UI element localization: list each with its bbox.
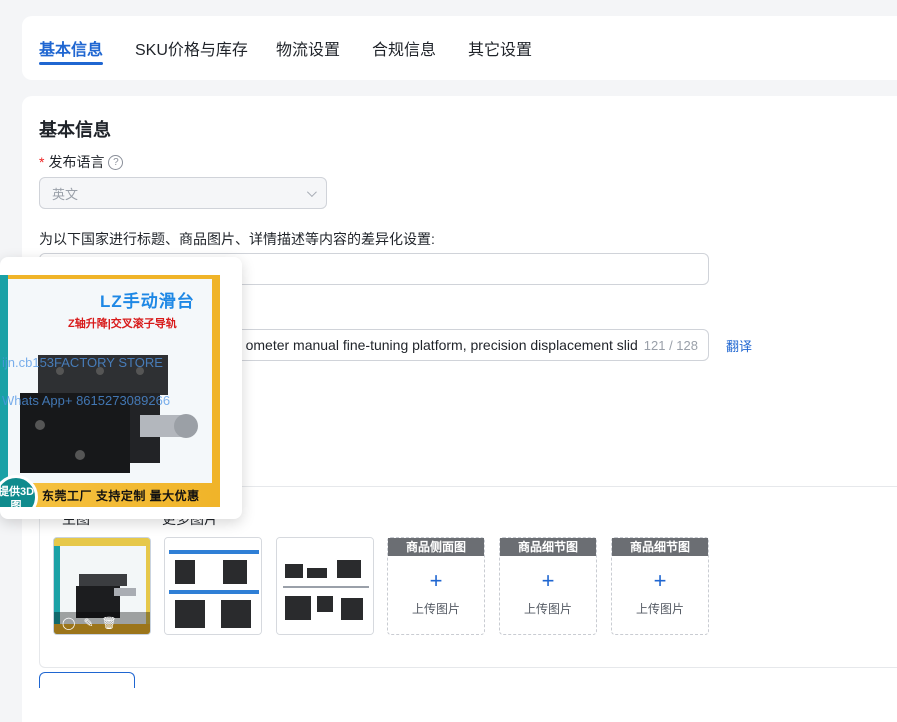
tab-basic-info[interactable]: 基本信息 [39, 36, 103, 60]
title-char-count: 121 / 128 [643, 337, 698, 353]
help-icon[interactable]: ? [108, 154, 124, 170]
edit-icon[interactable]: ✎ [83, 616, 93, 630]
image-preview-popover: LZ手动滑台 Z轴升降|交叉滚子导轨 ijn.cb153FACTORY STOR… [0, 257, 242, 519]
section-title: 基本信息 [39, 120, 111, 140]
slot-header: 商品细节图 [500, 538, 596, 556]
upload-label: 上传图片 [635, 602, 684, 616]
preview-footer-text: 东莞工厂 支持定制 量大优惠 [42, 488, 200, 503]
required-mark: * [39, 154, 45, 170]
plus-icon: + [429, 568, 443, 593]
tab-compliance[interactable]: 合规信息 [372, 36, 436, 60]
upload-slot-detail-1[interactable]: 商品细节图 + 上传图片 [499, 537, 597, 635]
upload-label: 上传图片 [523, 602, 572, 616]
main-image-thumb-3[interactable] [276, 537, 374, 635]
product-structure-photo [165, 538, 261, 634]
side-strip [0, 275, 8, 507]
delete-icon[interactable]: 🗑 [102, 616, 117, 630]
product-title-value: ometer manual fine-tuning platform, prec… [245, 337, 638, 353]
main-image-thumb-1[interactable]: ◯ ✎ 🗑 [53, 537, 151, 635]
tab-bar: 基本信息 SKU价格与库存 物流设置 合规信息 其它设置 [22, 16, 897, 80]
translate-link[interactable]: 翻译 [726, 336, 752, 355]
plus-icon: + [653, 568, 667, 593]
view-3d-icon[interactable]: ◯ [62, 616, 75, 630]
watermark-whatsapp: Whats App+ 8615273089266 [2, 393, 171, 408]
language-select-value: 英文 [52, 186, 79, 202]
watermark-store: ijn.cb153FACTORY STORE [2, 355, 163, 370]
tab-other-settings[interactable]: 其它设置 [468, 36, 532, 60]
preview-image: LZ手动滑台 Z轴升降|交叉滚子导轨 ijn.cb153FACTORY STOR… [0, 275, 220, 507]
language-select[interactable]: 英文 [39, 177, 327, 209]
thumb-actions: ◯ ✎ 🗑 [54, 612, 150, 634]
slot-header: 商品侧面图 [388, 538, 484, 556]
active-tab-indicator [39, 62, 103, 65]
language-label: * 发布语言 ? [39, 152, 124, 172]
upload-label: 上传图片 [411, 602, 460, 616]
more-button-partial[interactable] [39, 672, 135, 688]
upload-slot-side-view[interactable]: 商品侧面图 + 上传图片 [387, 537, 485, 635]
preview-headline: LZ手动滑台 [100, 292, 195, 311]
tab-logistics[interactable]: 物流设置 [276, 36, 340, 60]
language-label-text: 发布语言 [48, 154, 105, 170]
main-image-thumb-2[interactable] [164, 537, 262, 635]
preview-subline: Z轴升降|交叉滚子导轨 [68, 318, 177, 330]
travel-standard-photo [277, 538, 373, 634]
plus-icon: + [541, 568, 555, 593]
tab-sku-price-stock[interactable]: SKU价格与库存 [135, 36, 248, 60]
country-diff-label: 为以下国家进行标题、商品图片、详情描述等内容的差异化设置: [39, 231, 435, 247]
slot-header: 商品细节图 [612, 538, 708, 556]
upload-slot-detail-2[interactable]: 商品细节图 + 上传图片 [611, 537, 709, 635]
chevron-down-icon [306, 186, 317, 197]
